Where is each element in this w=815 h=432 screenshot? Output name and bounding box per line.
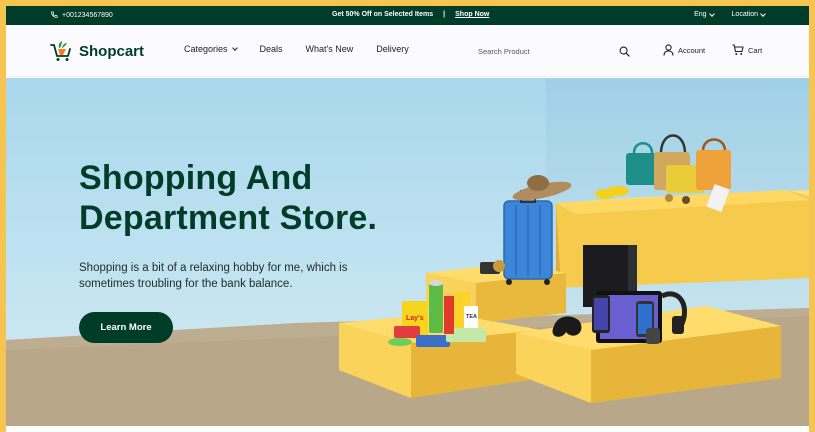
search-bar xyxy=(472,39,638,63)
promo-text: Get 50% Off on Selected Items xyxy=(332,11,434,18)
hero-title-line-2: Department Store. xyxy=(79,199,378,237)
phone-icon xyxy=(51,11,58,18)
main-navigation: Shopcart Categories Deals What's New Del… xyxy=(6,25,809,77)
hero-title: Shopping And Department Store. xyxy=(79,158,377,238)
location-label: Location xyxy=(731,11,758,18)
promo-banner: Get 50% Off on Selected Items | Shop Now xyxy=(332,11,489,18)
svg-text:Lay's: Lay's xyxy=(406,315,424,322)
cart-label: Cart xyxy=(748,45,763,55)
cart-button[interactable]: Cart xyxy=(732,44,762,56)
search-input[interactable] xyxy=(472,41,612,61)
learn-more-button[interactable]: Learn More xyxy=(79,312,173,343)
phone-number: +001234567890 xyxy=(62,11,113,19)
chevron-down-icon xyxy=(231,45,238,51)
user-icon xyxy=(663,44,674,56)
shop-now-link[interactable]: Shop Now xyxy=(455,11,489,18)
logo-text: Shopcart xyxy=(79,42,145,60)
language-label: Eng xyxy=(694,11,707,18)
nav-item-deals[interactable]: Deals xyxy=(260,44,283,54)
svg-text:TEA: TEA xyxy=(466,314,477,320)
cart-logo-icon xyxy=(50,41,71,61)
promo-separator: | xyxy=(443,11,446,18)
chevron-down-icon xyxy=(708,10,715,17)
location-selector[interactable]: Location xyxy=(731,10,766,18)
nav-item-label: Categories xyxy=(184,44,228,54)
nav-menu: Categories Deals What's New Delivery xyxy=(184,44,409,54)
cart-icon xyxy=(732,44,744,55)
nav-item-whats-new[interactable]: What's New xyxy=(306,44,354,54)
hero-subtitle: Shopping is a bit of a relaxing hobby fo… xyxy=(79,262,348,290)
hero-banner: Lay's TEA Shopping And Department Store.… xyxy=(6,78,809,426)
top-announcement-bar: +001234567890 Get 50% Off on Selected It… xyxy=(6,6,809,25)
page-frame: +001234567890 Get 50% Off on Selected It… xyxy=(6,6,809,432)
chevron-down-icon xyxy=(760,10,766,17)
hero-scene-illustration: Lay's TEA xyxy=(6,134,809,426)
shopcart-logo[interactable]: Shopcart xyxy=(50,39,144,63)
hero-title-line-1: Shopping And xyxy=(79,159,313,197)
account-label: Account xyxy=(678,45,706,55)
nav-item-delivery[interactable]: Delivery xyxy=(376,44,409,54)
language-selector[interactable]: Eng xyxy=(694,10,715,18)
nav-item-categories[interactable]: Categories xyxy=(184,44,238,54)
account-button[interactable]: Account xyxy=(663,44,705,56)
phone-contact[interactable]: +001234567890 xyxy=(50,11,113,19)
search-icon[interactable] xyxy=(619,44,630,62)
